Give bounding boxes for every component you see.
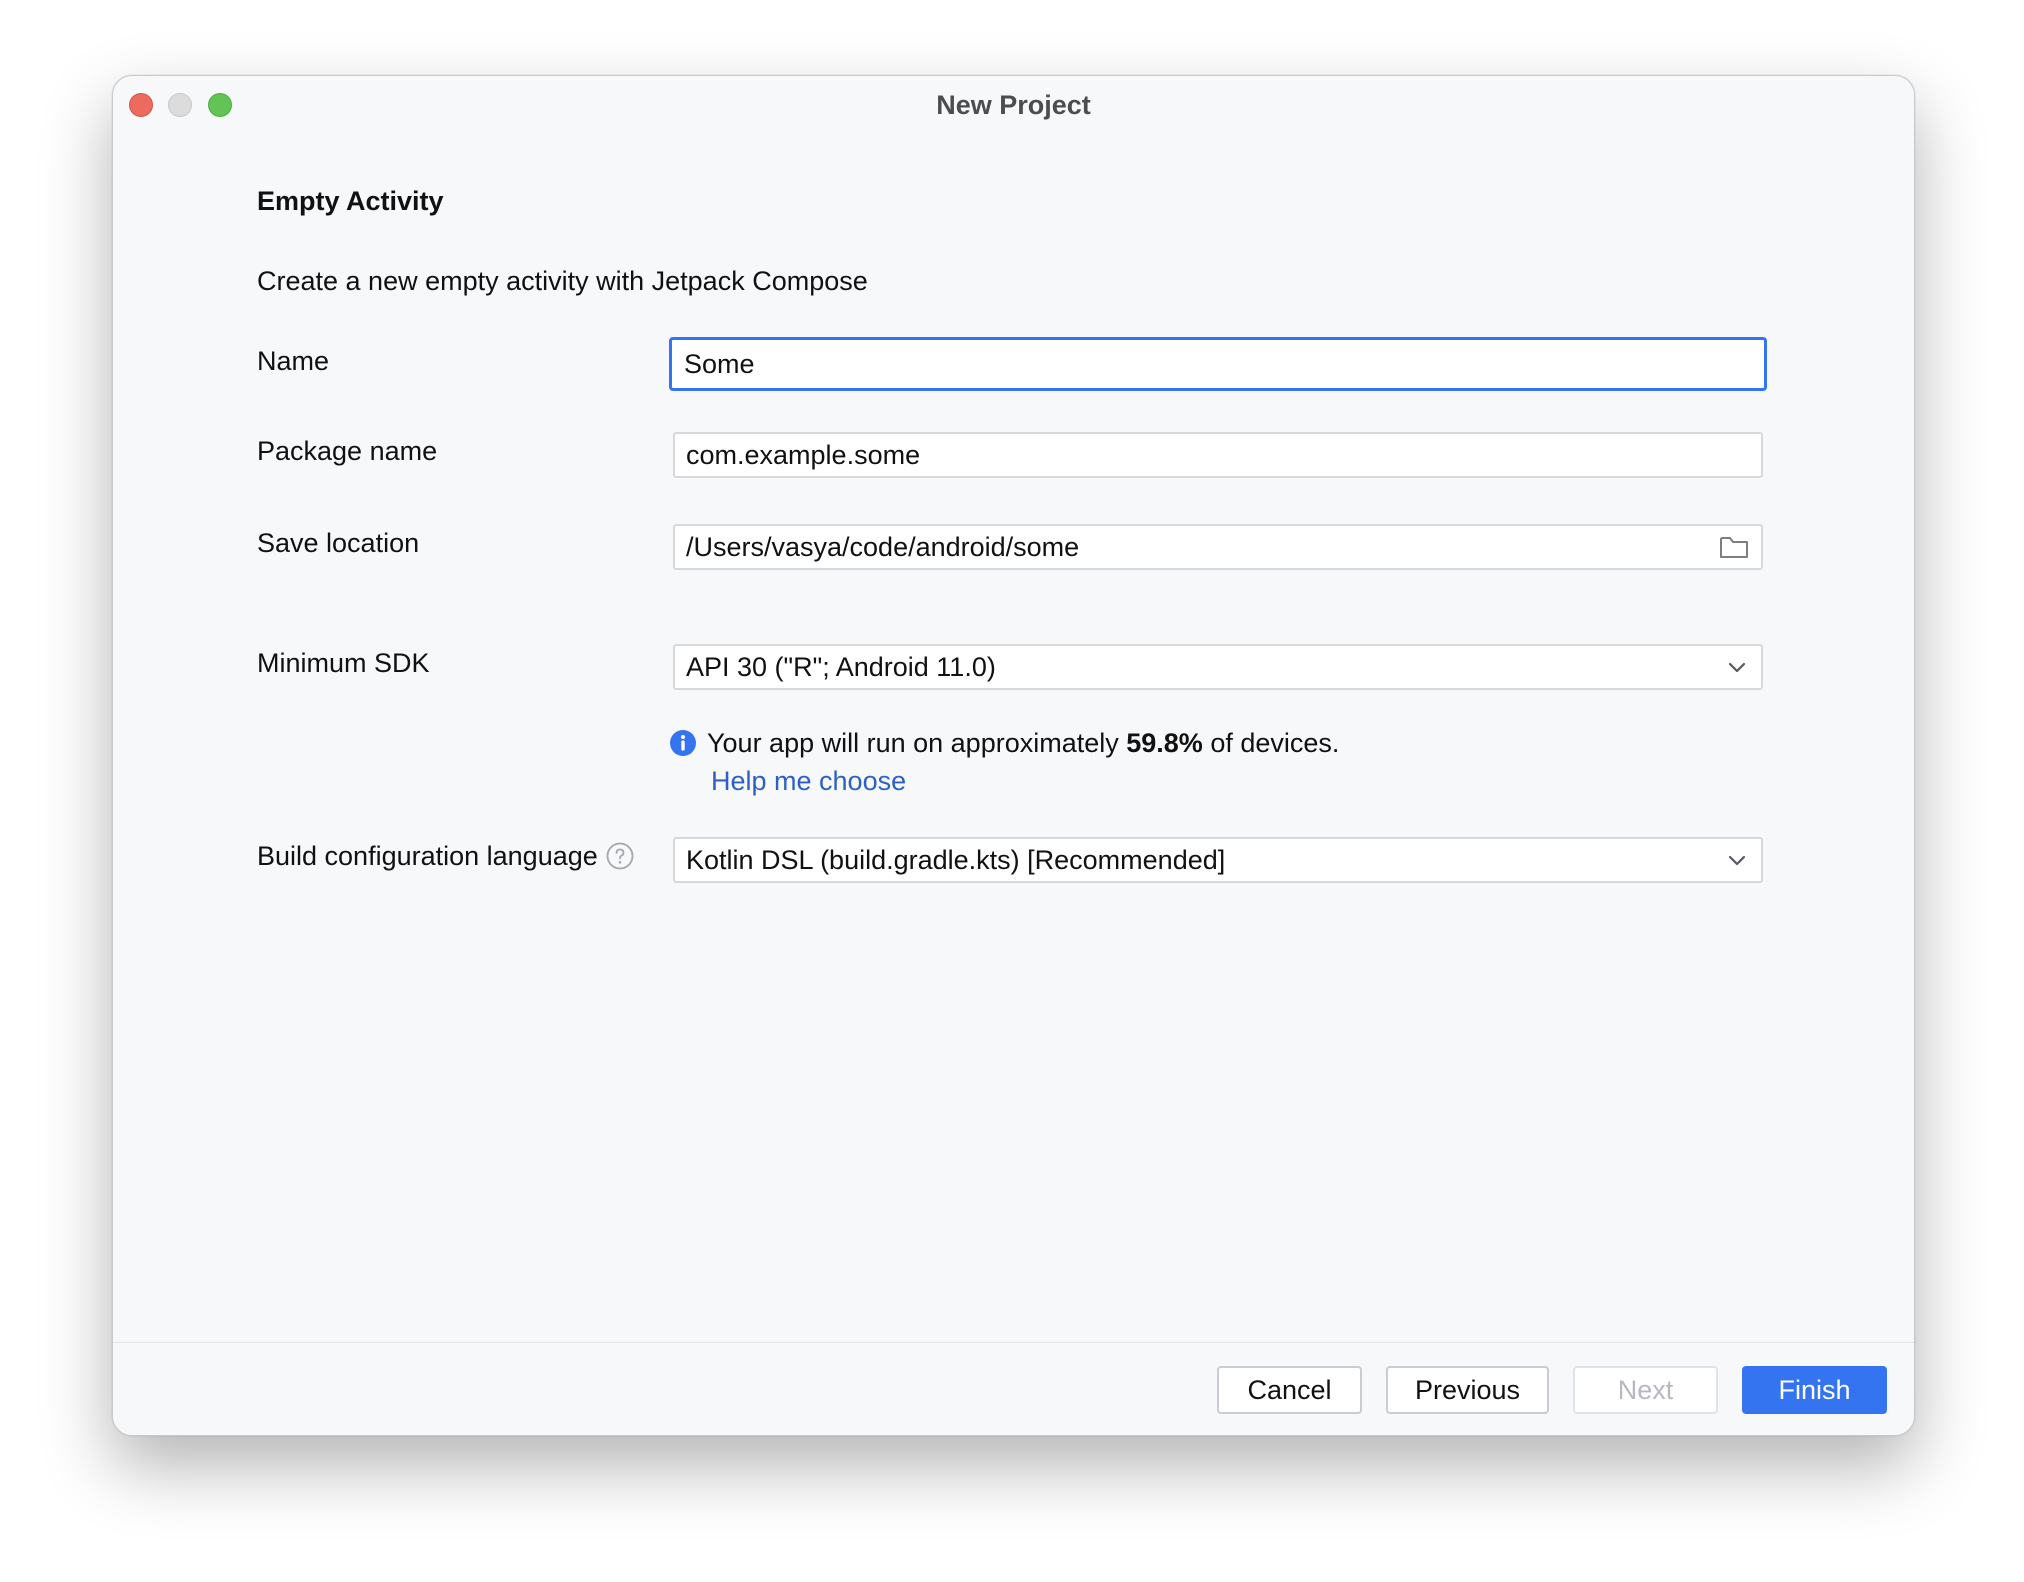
info-icon <box>670 730 696 756</box>
title-bar: New Project <box>113 76 1914 134</box>
save-location-label: Save location <box>257 528 420 558</box>
build-config-language-label: Build configuration language <box>257 841 634 872</box>
finish-button[interactable]: Finish <box>1742 1366 1887 1414</box>
minimum-sdk-value: API 30 ("R"; Android 11.0) <box>686 652 996 682</box>
build-config-language-value: Kotlin DSL (build.gradle.kts) [Recommend… <box>686 845 1226 875</box>
info-prefix: Your app will run on approximately <box>707 728 1127 758</box>
cancel-button[interactable]: Cancel <box>1217 1366 1362 1414</box>
next-button: Next <box>1573 1366 1718 1414</box>
build-config-language-select[interactable]: Kotlin DSL (build.gradle.kts) [Recommend… <box>673 837 1763 883</box>
info-percent: 59.8% <box>1126 728 1203 758</box>
package-name-value: com.example.some <box>686 440 921 470</box>
build-config-language-text: Build configuration language <box>257 841 598 871</box>
help-me-choose-link[interactable]: Help me choose <box>711 766 906 797</box>
package-name-label: Package name <box>257 436 438 466</box>
save-location-input[interactable]: /Users/vasya/code/android/some <box>673 524 1763 570</box>
minimum-sdk-select[interactable]: API 30 ("R"; Android 11.0) <box>673 644 1763 690</box>
chevron-down-icon <box>1728 662 1746 673</box>
new-project-dialog: New Project Empty Activity Create a new … <box>112 75 1915 1436</box>
question-icon[interactable] <box>606 842 634 870</box>
info-suffix: of devices. <box>1202 728 1340 758</box>
save-location-value: /Users/vasya/code/android/some <box>686 532 1080 562</box>
section-description: Create a new empty activity with Jetpack… <box>257 266 868 296</box>
footer-divider <box>113 1342 1914 1343</box>
package-name-input[interactable]: com.example.some <box>673 432 1763 478</box>
name-value: Some <box>684 349 755 379</box>
chevron-down-icon <box>1728 855 1746 866</box>
name-label: Name <box>257 346 330 376</box>
previous-button[interactable]: Previous <box>1386 1366 1549 1414</box>
minimum-sdk-label: Minimum SDK <box>257 648 430 678</box>
section-title: Empty Activity <box>257 186 444 216</box>
name-input[interactable]: Some <box>669 337 1767 391</box>
folder-icon[interactable] <box>1719 534 1749 560</box>
window-title: New Project <box>936 90 1091 120</box>
device-coverage-info: Your app will run on approximately 59.8%… <box>669 728 1339 759</box>
